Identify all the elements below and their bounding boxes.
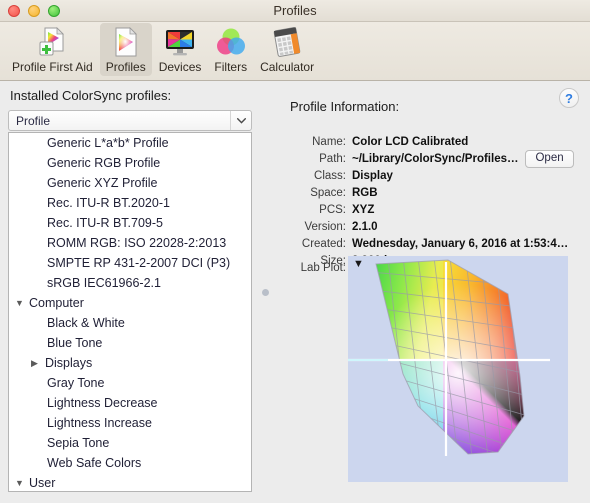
- window-title: Profiles: [273, 3, 317, 18]
- profile-info-key: Class:: [314, 169, 346, 182]
- disclosure-triangle-open[interactable]: ▼: [15, 478, 27, 488]
- disclosure-triangle-closed[interactable]: ▶: [31, 358, 43, 368]
- filters-icon: [215, 26, 247, 58]
- profile-list-item-label: Displays: [45, 356, 93, 370]
- profile-info-row: Class: Display: [290, 168, 585, 183]
- pane-splitter-handle[interactable]: [262, 289, 269, 296]
- profile-list-item-label: Rec. ITU-R BT.709-5: [47, 216, 164, 230]
- profile-info-key: Space:: [310, 186, 346, 199]
- profile-list-item-label: Web Safe Colors: [47, 456, 142, 470]
- profile-list-item-label: Gray Tone: [47, 376, 105, 390]
- toolbar-item-profile-first-aid[interactable]: Profile First Aid: [6, 23, 99, 76]
- title-bar: Profiles: [0, 0, 590, 22]
- profile-list[interactable]: Generic L*a*b* Profile Generic RGB Profil…: [8, 132, 252, 492]
- profile-list-item-label: Sepia Tone: [47, 436, 110, 450]
- profile-info-value: XYZ: [352, 203, 375, 216]
- profile-list-item[interactable]: ROMM RGB: ISO 22028-2:2013: [9, 233, 251, 253]
- chevron-down-icon: [230, 111, 251, 130]
- toolbar-item-label: Profile First Aid: [12, 60, 93, 74]
- profile-list-item[interactable]: Blue Tone: [9, 333, 251, 353]
- profile-list-item[interactable]: Rec. ITU-R BT.709-5: [9, 213, 251, 233]
- lab-plot-gamut-solid: [348, 259, 550, 456]
- profile-list-item[interactable]: Generic XYZ Profile: [9, 173, 251, 193]
- profile-filter-popup[interactable]: Profile: [8, 110, 252, 131]
- profile-info-row: Name: Color LCD Calibrated: [290, 134, 585, 149]
- profile-info-row: Path: ~/Library/ColorSync/Profiles… Open: [290, 149, 585, 168]
- toolbar-item-label: Calculator: [260, 60, 315, 74]
- toolbar-item-devices[interactable]: Devices: [153, 23, 208, 76]
- profile-info-key: Name:: [312, 135, 346, 148]
- installed-profiles-heading: Installed ColorSync profiles:: [10, 88, 172, 103]
- profile-list-item[interactable]: Rec. ITU-R BT.2020-1: [9, 193, 251, 213]
- help-button[interactable]: ?: [559, 88, 579, 108]
- profile-info-value: Display: [352, 169, 393, 182]
- profile-info-key: Version:: [304, 220, 346, 233]
- profile-info-key: PCS:: [319, 203, 346, 216]
- profile-info-value: 2.1.0: [352, 220, 378, 233]
- profile-list-item[interactable]: ▼ Computer: [9, 293, 251, 313]
- colorsync-utility-window: Profiles Profile First Aid Profiles Devi…: [0, 0, 590, 503]
- profile-filter-value: Profile: [16, 114, 51, 128]
- profile-list-item[interactable]: Web Safe Colors: [9, 453, 251, 473]
- profile-list-item[interactable]: Black & White: [9, 313, 251, 333]
- toolbar-item-label: Devices: [158, 60, 202, 74]
- profile-list-item-label: Generic L*a*b* Profile: [47, 136, 169, 150]
- profile-info-row: Version: 2.1.0: [290, 219, 585, 234]
- profile-list-item[interactable]: Lightness Increase: [9, 413, 251, 433]
- profile-list-item-label: Blue Tone: [47, 336, 103, 350]
- toolbar-item-profiles[interactable]: Profiles: [99, 23, 152, 76]
- profile-list-item-label: User: [29, 476, 56, 490]
- profile-information-table: Name: Color LCD Calibrated Path: ~/Library/…: [290, 134, 585, 270]
- profile-info-value: Color LCD Calibrated: [352, 135, 469, 148]
- profile-list-item-label: ROMM RGB: ISO 22028-2:2013: [47, 236, 227, 250]
- profile-list-item-label: Lightness Decrease: [47, 396, 158, 410]
- devices-icon: [164, 26, 196, 58]
- profile-info-value: RGB: [352, 186, 378, 199]
- calculator-icon: [271, 26, 303, 58]
- profile-list-item[interactable]: Generic L*a*b* Profile: [9, 133, 251, 153]
- toolbar-item-calculator[interactable]: Calculator: [254, 23, 320, 76]
- profile-info-value: Wednesday, January 6, 2016 at 1:53:4…: [352, 237, 569, 250]
- profile-first-aid-icon: [36, 26, 68, 58]
- toolbar-items: Profile First Aid Profiles Devices Filte…: [6, 23, 321, 76]
- toolbar: Profile First Aid Profiles Devices Filte…: [0, 22, 590, 81]
- profile-list-item[interactable]: Gray Tone: [9, 373, 251, 393]
- lab-plot-view[interactable]: ▼: [348, 256, 568, 482]
- profile-list-item-label: Rec. ITU-R BT.2020-1: [47, 196, 170, 210]
- toolbar-item-label: Filters: [214, 60, 248, 74]
- profile-list-item[interactable]: ▶ Displays: [9, 353, 251, 373]
- profile-list-item[interactable]: Lightness Decrease: [9, 393, 251, 413]
- profile-list-item[interactable]: Sepia Tone: [9, 433, 251, 453]
- profile-list-item-label: Lightness Increase: [47, 416, 152, 430]
- toolbar-item-filters[interactable]: Filters: [208, 23, 253, 76]
- disclosure-triangle-open[interactable]: ▼: [15, 298, 27, 308]
- lab-plot-disclosure-triangle[interactable]: ▼: [353, 259, 364, 270]
- profile-list-item-label: Black & White: [47, 316, 125, 330]
- lab-plot-label: Lab Plot:: [300, 262, 346, 274]
- profile-information-heading: Profile Information:: [290, 99, 400, 114]
- profiles-icon: [110, 26, 142, 58]
- profile-info-row: Space: RGB: [290, 185, 585, 200]
- profile-info-key: Path:: [319, 152, 346, 165]
- toolbar-item-label: Profiles: [105, 60, 146, 74]
- profile-info-value: ~/Library/ColorSync/Profiles…: [352, 152, 519, 165]
- profile-info-row: PCS: XYZ: [290, 202, 585, 217]
- profile-info-row: Created: Wednesday, January 6, 2016 at 1:…: [290, 236, 585, 251]
- profile-list-item-label: sRGB IEC61966-2.1: [47, 276, 161, 290]
- profile-info-key: Created:: [301, 237, 346, 250]
- profile-list-item-label: SMPTE RP 431-2-2007 DCI (P3): [47, 256, 231, 270]
- profile-list-item-label: Computer: [29, 296, 84, 310]
- profile-list-item[interactable]: ▼ User: [9, 473, 251, 491]
- profile-list-item[interactable]: Generic RGB Profile: [9, 153, 251, 173]
- profile-list-item[interactable]: SMPTE RP 431-2-2007 DCI (P3): [9, 253, 251, 273]
- open-path-button[interactable]: Open: [525, 149, 574, 168]
- profile-list-item-label: Generic RGB Profile: [47, 156, 161, 170]
- profile-list-item[interactable]: sRGB IEC61966-2.1: [9, 273, 251, 293]
- profile-list-item-label: Generic XYZ Profile: [47, 176, 158, 190]
